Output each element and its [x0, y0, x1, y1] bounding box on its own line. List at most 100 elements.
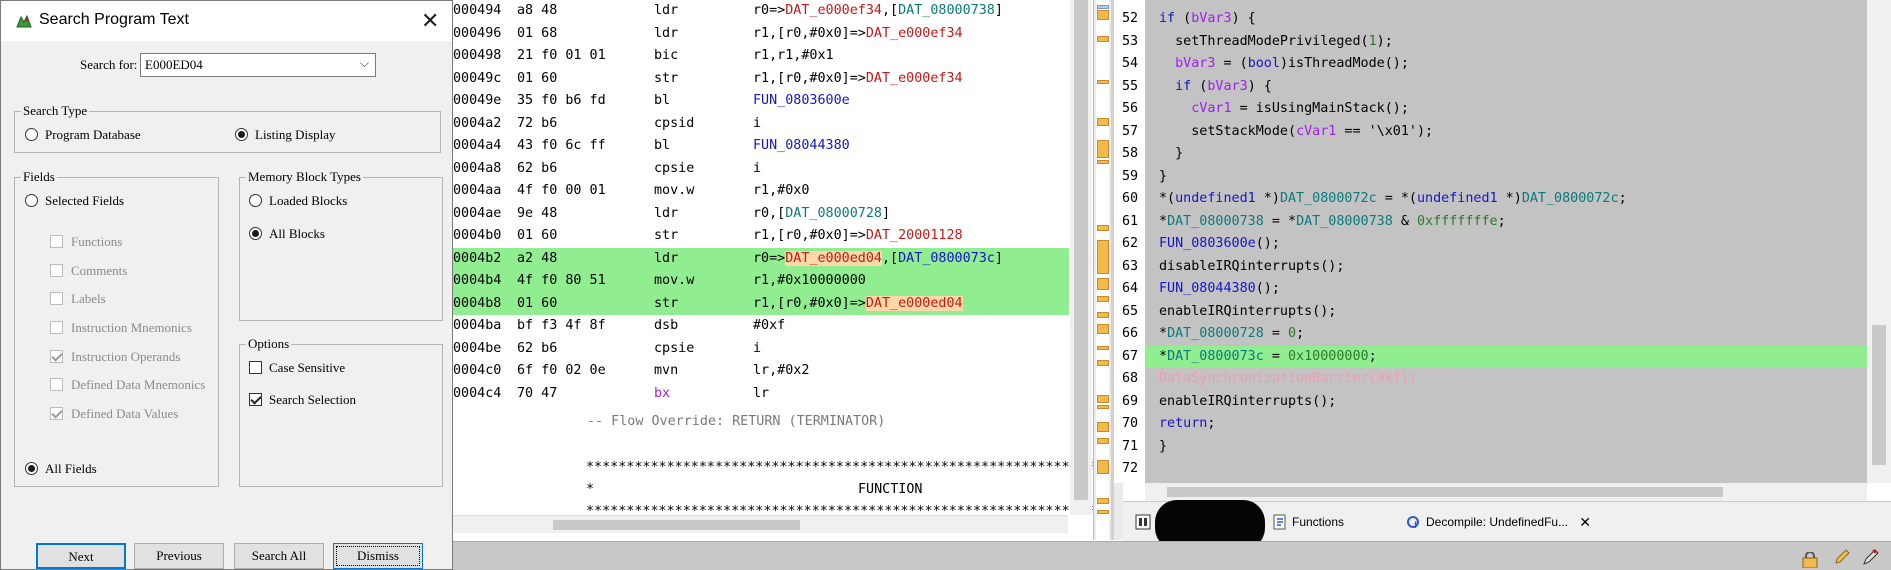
code-line[interactable]: cVar1 = isUsingMainStack(); [1145, 98, 1867, 121]
pencil-icon[interactable] [1862, 548, 1880, 566]
operand-part[interactable]: #0xf [753, 318, 785, 333]
code-line[interactable]: if (bVar3) { [1145, 8, 1867, 31]
code-line[interactable]: enableIRQinterrupts(); [1145, 301, 1867, 324]
operand-part[interactable]: DAT_e000ef34 [866, 26, 963, 41]
code-line[interactable]: FUN_0803600e(); [1145, 233, 1867, 256]
operand-part[interactable]: r0=> [753, 251, 785, 266]
labels-checkbox[interactable] [50, 292, 63, 305]
overview-marker[interactable] [1097, 80, 1109, 84]
overview-marker[interactable] [1097, 118, 1109, 126]
listing-row[interactable]: 0004be 62 b6 cpsie i [453, 338, 1069, 361]
operand-part[interactable]: DAT_08000738 [898, 3, 995, 18]
overview-marker[interactable] [1097, 240, 1109, 274]
scroll-thumb[interactable] [1167, 487, 1723, 497]
listing-view[interactable]: 000494 a8 48 ldr r0=>DAT_e000ef34,[DAT_0800… [453, 0, 1093, 515]
all-blocks-radio[interactable] [249, 227, 262, 240]
overview-marker[interactable] [1097, 498, 1109, 504]
selected-fields-radio[interactable] [25, 194, 38, 207]
operand-part[interactable]: r0,[ [753, 206, 785, 221]
chevron-down-icon[interactable]: ⌵ [360, 56, 369, 71]
operand-part[interactable]: i [753, 341, 761, 356]
operand-part[interactable]: DAT_e000ed04 [785, 250, 882, 266]
operand-part[interactable]: ] [995, 3, 1003, 18]
operand-part[interactable]: DAT_0800073c [898, 251, 995, 266]
overview-marker[interactable] [1097, 346, 1109, 350]
next-button[interactable]: Next [36, 543, 126, 569]
code-line[interactable]: } [1145, 436, 1867, 459]
operand-part[interactable]: i [753, 161, 761, 176]
listing-row[interactable]: 000494 a8 48 ldr r0=>DAT_e000ef34,[DAT_0800… [453, 0, 1069, 23]
overview-marker[interactable] [1097, 5, 1109, 9]
tab-decompile[interactable]: f Decompile: UndefinedFu... ✕ [1400, 510, 1595, 534]
overview-marker[interactable] [1097, 296, 1109, 302]
listing-row[interactable]: 0004ae 9e 48 ldr r0,[DAT_08000728] [453, 203, 1069, 226]
overview-marker[interactable] [1097, 395, 1109, 403]
operand-part[interactable]: r1,#0x0 [753, 183, 809, 198]
decompile-code[interactable]: if (bVar3) { setThreadModePrivileged(1);… [1145, 0, 1867, 483]
operand-part[interactable]: DAT_e000ef34 [785, 3, 882, 18]
operand-part[interactable]: r1,[r0,#0x0]=> [753, 296, 866, 311]
operand-part[interactable]: DAT_20001128 [866, 228, 963, 243]
code-line[interactable]: *DAT_0800073c = 0x10000000; [1145, 345, 1867, 368]
operand-part[interactable]: ,[ [882, 3, 898, 18]
search-input[interactable]: E000ED04 ⌵ [140, 53, 376, 77]
scroll-thumb[interactable] [553, 520, 800, 530]
operand-part[interactable]: r1,[r0,#0x0]=> [753, 71, 866, 86]
code-line[interactable]: setThreadModePrivileged(1); [1145, 31, 1867, 54]
functions-checkbox[interactable] [50, 235, 63, 248]
code-line[interactable]: disableIRQinterrupts(); [1145, 256, 1867, 279]
overview-marker[interactable] [1097, 360, 1109, 366]
listing-row[interactable]: 0004c4 70 47 bx lr [453, 383, 1069, 406]
operand-part[interactable]: r1,[r0,#0x0]=> [753, 228, 866, 243]
operand-part[interactable]: DAT_e000ed04 [865, 295, 963, 311]
operand-part[interactable]: lr,#0x2 [753, 363, 809, 378]
listing-row[interactable]: 0004a8 62 b6 cpsie i [453, 158, 1069, 181]
loaded-blocks-radio[interactable] [249, 194, 262, 207]
code-line[interactable]: setStackMode(cVar1 == '\x01'); [1145, 121, 1867, 144]
code-line[interactable]: *DAT_08000728 = 0; [1145, 323, 1867, 346]
defined-data-values-checkbox[interactable] [50, 407, 63, 420]
operand-part[interactable]: ] [882, 206, 890, 221]
code-line[interactable]: *(undefined1 *)DAT_0800072c = *(undefine… [1145, 188, 1867, 211]
listing-row[interactable]: 0004ba bf f3 4f 8f dsb #0xf [453, 315, 1069, 338]
listing-row[interactable]: 000496 01 68 ldr r1,[r0,#0x0]=>DAT_e000ef34 [453, 23, 1069, 46]
code-line[interactable]: DataSynchronizationBarrier(0xf); [1145, 368, 1867, 391]
code-line[interactable]: if (bVar3) { [1145, 76, 1867, 99]
listing-horizontal-scrollbar[interactable] [453, 515, 1068, 533]
overview-marker[interactable] [1097, 312, 1109, 318]
overview-marker[interactable] [1097, 140, 1109, 158]
instruction-operands-checkbox[interactable] [50, 350, 63, 363]
operand-part[interactable]: r0=> [753, 3, 785, 18]
scroll-thumb[interactable] [1872, 325, 1886, 465]
close-icon[interactable]: ✕ [1579, 510, 1591, 534]
operand-part[interactable]: ,[ [882, 251, 898, 266]
dismiss-button[interactable]: Dismiss [333, 543, 423, 569]
operand-part[interactable]: DAT_08000728 [785, 206, 882, 221]
decompile-view[interactable]: 52 53 54 55 56 57 58 59 60 61 62 63 64 65 66 67 68 69 70 71… [1114, 0, 1867, 483]
operand-part[interactable]: r1,r1,#0x1 [753, 48, 834, 63]
case-sensitive-checkbox[interactable] [249, 361, 262, 374]
operand-part[interactable]: FUN_0803600e [753, 93, 850, 108]
search-selection-checkbox[interactable] [249, 393, 262, 406]
overview-marker[interactable] [1097, 278, 1109, 290]
comments-checkbox[interactable] [50, 264, 63, 277]
decompile-vertical-scrollbar[interactable] [1867, 0, 1891, 483]
listing-display-radio[interactable] [235, 128, 248, 141]
operand-part[interactable]: DAT_e000ef34 [866, 71, 963, 86]
overview-marker[interactable] [1097, 510, 1109, 514]
code-line[interactable] [1145, 458, 1867, 481]
operand-part[interactable]: ] [995, 251, 1003, 266]
listing-row[interactable]: 0004b0 01 60 str r1,[r0,#0x0]=>DAT_20001128 [453, 225, 1069, 248]
decompile-horizontal-scrollbar[interactable] [1145, 483, 1867, 501]
code-line[interactable]: enableIRQinterrupts(); [1145, 391, 1867, 414]
code-line[interactable]: bVar3 = (bool)isThreadMode(); [1145, 53, 1867, 76]
listing-row[interactable]: 0004a2 72 b6 cpsid i [453, 113, 1069, 136]
code-line[interactable]: FUN_08044380(); [1145, 278, 1867, 301]
listing-row[interactable]: 0004b8 01 60 str r1,[r0,#0x0]=>DAT_e000ed04 [453, 292, 1069, 315]
overview-marker[interactable] [1097, 422, 1109, 432]
overview-marker[interactable] [1097, 460, 1109, 474]
defined-data-mnemonics-checkbox[interactable] [50, 378, 63, 391]
listing-row[interactable]: 0004b2 a2 48 ldr r0=>DAT_e000ed04,[DAT_0800… [453, 247, 1069, 270]
instruction-mnemonics-checkbox[interactable] [50, 321, 63, 334]
listing-row[interactable]: 0004b4 4f f0 80 51 mov.w r1,#0x10000000 [453, 270, 1069, 293]
